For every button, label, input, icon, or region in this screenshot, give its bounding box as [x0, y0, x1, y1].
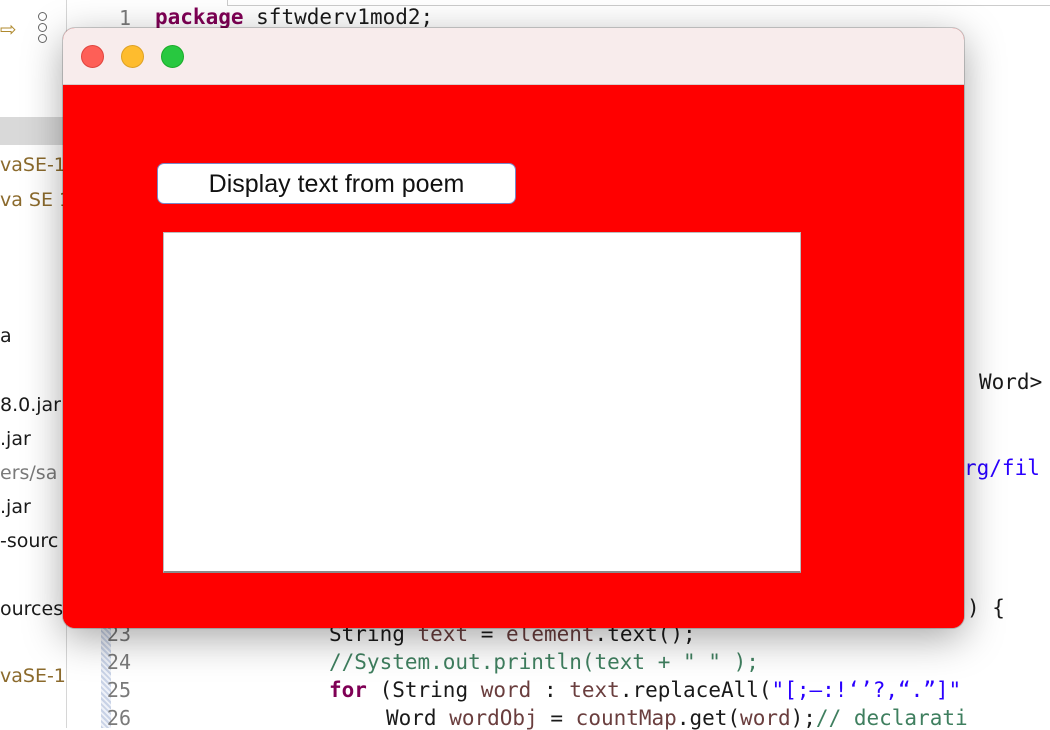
close-window-button[interactable]	[81, 45, 104, 68]
code-text: sftwderv1mod2;	[243, 5, 434, 29]
code-text: (String	[366, 678, 481, 702]
tree-item[interactable]: va SE 1	[0, 188, 66, 212]
tree-item[interactable]: ers/sa	[0, 461, 57, 485]
line-number: 26	[106, 706, 131, 730]
code-fragment: rg/fil	[964, 456, 1040, 480]
code-text: Word	[386, 706, 450, 730]
window-content-panel: Display text from poem	[63, 85, 964, 628]
maximize-window-button[interactable]	[161, 45, 184, 68]
variable: word	[480, 678, 532, 702]
tree-item[interactable]: .jar	[0, 427, 31, 451]
line-number: 1	[118, 6, 131, 30]
tree-item[interactable]: vaSE-1	[0, 664, 66, 688]
line-number: 25	[106, 678, 131, 702]
keyword: for	[329, 678, 367, 702]
code-text: =	[537, 706, 576, 730]
app-window: Display text from poem	[63, 28, 964, 628]
code-line: package sftwderv1mod2;	[155, 5, 433, 29]
code-text: .replaceAll(	[619, 678, 772, 702]
poem-text-area[interactable]	[163, 232, 801, 573]
tree-item[interactable]: ources.	[0, 597, 66, 621]
variable: countMap	[575, 706, 677, 730]
tree-item[interactable]: .jar	[0, 495, 31, 519]
tree-item[interactable]: 8.0.jar	[0, 393, 61, 417]
view-menu-icon[interactable]	[38, 12, 50, 43]
code-text: .get(	[676, 706, 741, 730]
display-poem-button[interactable]: Display text from poem	[157, 163, 516, 204]
explorer-selection-band	[0, 117, 66, 145]
tree-item[interactable]: -sourc	[0, 529, 58, 553]
tree-item[interactable]: vaSE-1	[0, 153, 66, 177]
variable: word	[740, 706, 791, 730]
code-comment: // declarati	[815, 706, 968, 730]
variable: wordObj	[449, 706, 538, 730]
code-text: );	[790, 706, 816, 730]
code-fragment: Word>	[979, 370, 1043, 394]
variable: text	[569, 678, 620, 702]
window-titlebar[interactable]	[63, 28, 964, 85]
quick-access-icon[interactable]: ⇨	[0, 18, 18, 40]
string-literal: "[;–:!‘’?,“.”]"	[771, 678, 962, 702]
keyword: package	[155, 5, 244, 29]
code-line: for (String word : text.replaceAll("[;–:…	[329, 678, 961, 702]
explorer-toolbar: ⇨	[0, 0, 66, 50]
code-fragment: ) {	[967, 596, 1005, 620]
minimize-window-button[interactable]	[121, 45, 144, 68]
code-text: :	[531, 678, 570, 702]
package-explorer: ⇨ vaSE-1 va SE 1 a 8.0.jar .jar ers/sa .…	[0, 0, 67, 728]
line-number: 24	[106, 650, 131, 674]
code-comment: //System.out.println(text + " " );	[329, 650, 759, 674]
tree-item[interactable]: a	[0, 324, 12, 348]
code-line: Word wordObj = countMap.get(word);// dec…	[386, 706, 968, 730]
